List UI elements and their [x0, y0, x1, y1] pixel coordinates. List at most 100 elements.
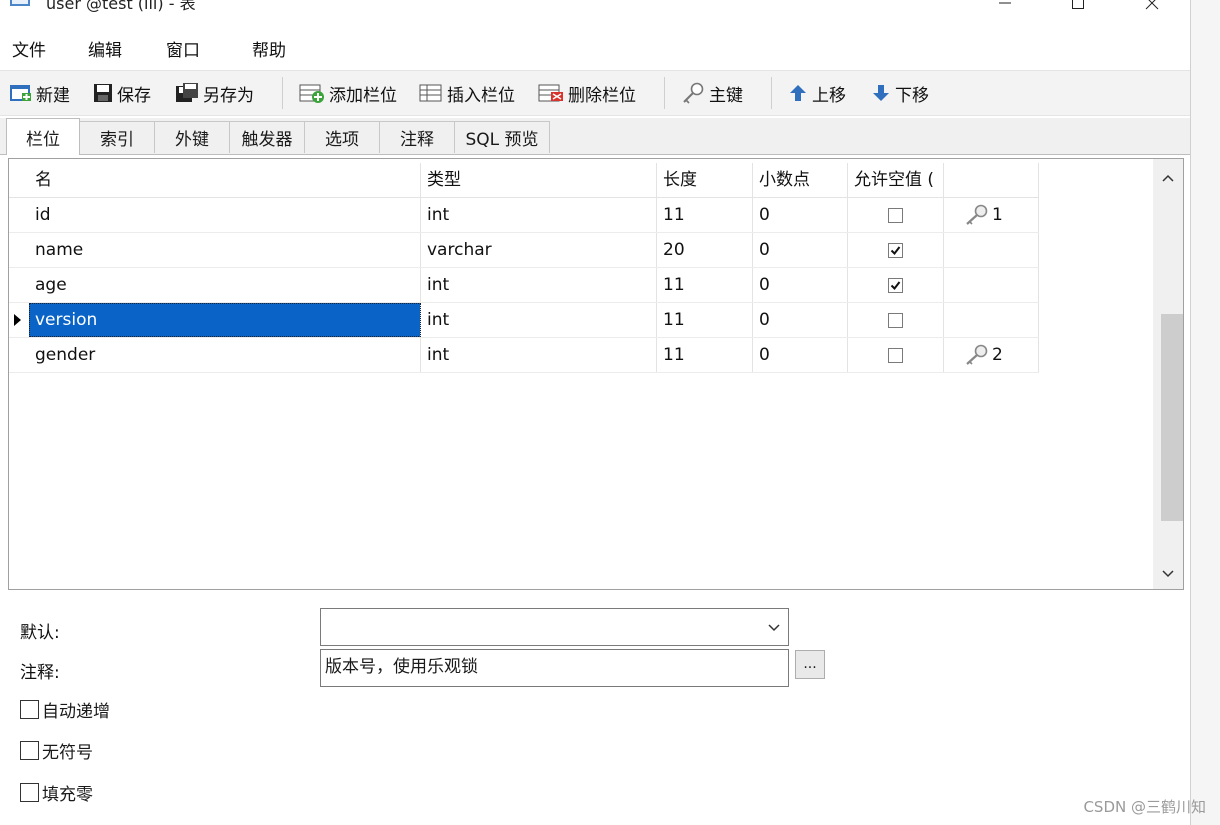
- cell-key[interactable]: 1: [944, 198, 1039, 232]
- delete-field-label: 删除栏位: [568, 85, 636, 106]
- maximize-icon[interactable]: [1058, 0, 1098, 18]
- close-icon[interactable]: [1132, 0, 1172, 18]
- comment-field[interactable]: 版本号，使用乐观锁: [320, 649, 789, 687]
- default-select[interactable]: [320, 608, 789, 646]
- table-row[interactable]: gender int 11 0 2: [9, 338, 1039, 373]
- menu-window[interactable]: 窗口: [166, 36, 200, 61]
- save-button[interactable]: 保存: [93, 80, 151, 106]
- cell-type[interactable]: int: [421, 268, 657, 302]
- cell-decimals[interactable]: 0: [753, 268, 848, 302]
- zerofill-checkbox[interactable]: [20, 783, 39, 802]
- add-field-button[interactable]: 添加栏位: [299, 80, 397, 106]
- menu-help[interactable]: 帮助: [252, 36, 286, 61]
- cell-nullable[interactable]: [848, 338, 944, 372]
- cell-nullable[interactable]: [848, 268, 944, 302]
- minimize-icon[interactable]: [985, 0, 1025, 18]
- unsigned-option[interactable]: 无符号: [20, 738, 93, 763]
- cell-name[interactable]: id: [29, 198, 421, 232]
- cell-length[interactable]: 11: [657, 303, 753, 337]
- unsigned-checkbox[interactable]: [20, 741, 39, 760]
- move-down-button[interactable]: 下移: [871, 80, 929, 106]
- new-label: 新建: [36, 85, 70, 106]
- auto-increment-checkbox[interactable]: [20, 700, 39, 719]
- cell-length[interactable]: 11: [657, 198, 753, 232]
- menu-bar: 文件 编辑 窗口 帮助: [0, 27, 1190, 65]
- cell-name[interactable]: name: [29, 233, 421, 267]
- table-row[interactable]: id int 11 0 1: [9, 198, 1039, 233]
- cell-type[interactable]: int: [421, 303, 657, 337]
- menu-edit[interactable]: 编辑: [88, 36, 122, 61]
- toolbar-separator: [771, 77, 772, 109]
- table-row-selected[interactable]: version int 11 0: [9, 303, 1039, 338]
- grid-header: 名 类型 长度 小数点 允许空值 (: [9, 163, 1039, 198]
- nullable-checkbox-unchecked[interactable]: [888, 313, 903, 328]
- window-right-edge: [1190, 0, 1220, 825]
- tab-sql-preview[interactable]: SQL 预览: [454, 121, 550, 153]
- nullable-checkbox-unchecked[interactable]: [888, 348, 903, 363]
- cell-nullable[interactable]: [848, 198, 944, 232]
- scrollbar-thumb[interactable]: [1161, 314, 1183, 521]
- auto-increment-option[interactable]: 自动递增: [20, 697, 110, 722]
- nullable-checkbox-unchecked[interactable]: [888, 208, 903, 223]
- cell-decimals[interactable]: 0: [753, 303, 848, 337]
- toolbar-separator: [664, 77, 665, 109]
- cell-key[interactable]: 2: [944, 338, 1039, 372]
- cell-decimals[interactable]: 0: [753, 338, 848, 372]
- cell-nullable[interactable]: [848, 233, 944, 267]
- new-button[interactable]: 新建: [10, 80, 70, 106]
- tab-comment[interactable]: 注释: [379, 121, 455, 153]
- cell-nullable[interactable]: [848, 303, 944, 337]
- table-row[interactable]: name varchar 20 0: [9, 233, 1039, 268]
- title-bar: user @test (lll) - 表: [0, 0, 1190, 25]
- delete-field-button[interactable]: 删除栏位: [538, 80, 636, 106]
- cell-name[interactable]: gender: [29, 338, 421, 372]
- tab-triggers[interactable]: 触发器: [229, 121, 305, 153]
- key-order: 1: [992, 205, 1003, 225]
- column-header-nullable[interactable]: 允许空值 (: [848, 163, 944, 197]
- insert-field-icon: [419, 84, 442, 102]
- comment-ellipsis-button[interactable]: ...: [795, 650, 825, 679]
- zerofill-option[interactable]: 填充零: [20, 780, 93, 805]
- nullable-checkbox-checked[interactable]: [888, 278, 903, 293]
- column-header-name[interactable]: 名: [29, 163, 421, 197]
- insert-field-button[interactable]: 插入栏位: [419, 80, 515, 106]
- tab-fields[interactable]: 栏位: [6, 118, 80, 155]
- auto-increment-label: 自动递增: [42, 702, 110, 722]
- column-header-decimals[interactable]: 小数点: [753, 163, 848, 197]
- cell-length[interactable]: 11: [657, 268, 753, 302]
- arrow-up-icon: [790, 85, 806, 101]
- save-icon: [94, 84, 112, 102]
- arrow-down-icon: [873, 85, 889, 101]
- column-header-key[interactable]: [944, 163, 1039, 197]
- cell-length[interactable]: 11: [657, 338, 753, 372]
- cell-name[interactable]: age: [29, 268, 421, 302]
- tab-options[interactable]: 选项: [304, 121, 380, 153]
- primary-key-button[interactable]: 主键: [681, 80, 743, 106]
- table-row[interactable]: age int 11 0: [9, 268, 1039, 303]
- column-header-type[interactable]: 类型: [421, 163, 657, 197]
- scroll-up-icon[interactable]: [1153, 163, 1183, 193]
- cell-type[interactable]: int: [421, 338, 657, 372]
- nullable-checkbox-checked[interactable]: [888, 243, 903, 258]
- tab-indexes[interactable]: 索引: [79, 121, 155, 153]
- cell-length[interactable]: 20: [657, 233, 753, 267]
- menu-file[interactable]: 文件: [12, 36, 46, 61]
- cell-type[interactable]: int: [421, 198, 657, 232]
- insert-field-label: 插入栏位: [447, 85, 515, 106]
- cell-key[interactable]: [944, 303, 1039, 337]
- row-pointer-icon: [14, 314, 21, 326]
- cell-type[interactable]: varchar: [421, 233, 657, 267]
- move-down-label: 下移: [895, 85, 929, 106]
- key-icon: [966, 344, 988, 365]
- cell-key[interactable]: [944, 268, 1039, 302]
- cell-name[interactable]: version: [29, 303, 421, 337]
- column-header-length[interactable]: 长度: [657, 163, 753, 197]
- save-as-button[interactable]: 另存为: [175, 80, 254, 106]
- scroll-down-icon[interactable]: [1153, 559, 1183, 589]
- cell-decimals[interactable]: 0: [753, 233, 848, 267]
- vertical-scrollbar[interactable]: [1153, 159, 1183, 589]
- cell-key[interactable]: [944, 233, 1039, 267]
- cell-decimals[interactable]: 0: [753, 198, 848, 232]
- move-up-button[interactable]: 上移: [788, 80, 846, 106]
- tab-foreign-keys[interactable]: 外键: [154, 121, 230, 153]
